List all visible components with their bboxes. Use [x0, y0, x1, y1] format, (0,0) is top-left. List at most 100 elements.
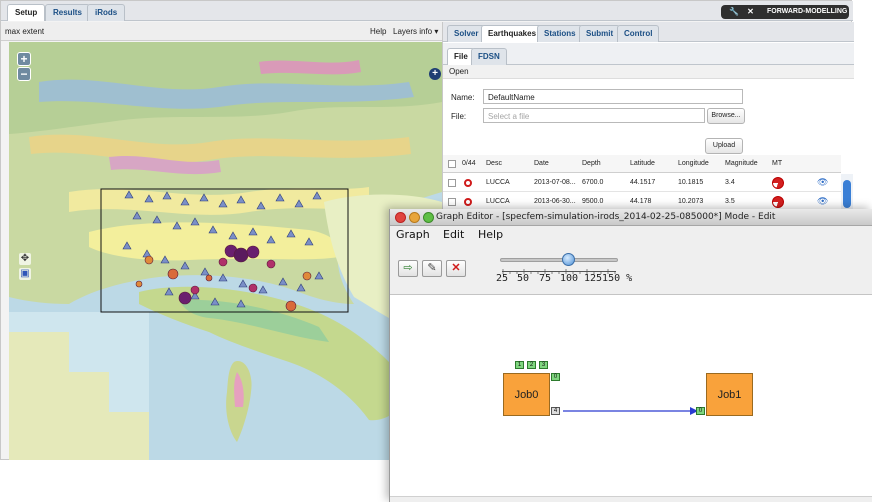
col-desc[interactable]: Desc: [486, 160, 502, 167]
menu-graph[interactable]: Graph: [396, 228, 430, 241]
edit-pencil-icon[interactable]: ✎: [422, 260, 442, 277]
job0-node[interactable]: Job0: [503, 373, 550, 416]
zoom-slider-thumb[interactable]: [562, 253, 575, 266]
job1-node[interactable]: Job1: [706, 373, 753, 416]
help-link[interactable]: Help: [370, 27, 386, 36]
cell-depth: 9500.0: [582, 198, 604, 205]
name-input[interactable]: DefaultName: [483, 89, 743, 104]
delete-icon[interactable]: ✕: [446, 260, 466, 277]
row-checkbox[interactable]: [448, 179, 456, 187]
cell-longitude: 10.1815: [678, 179, 704, 186]
upload-button[interactable]: Upload: [705, 138, 743, 154]
map-toolbar: max extent Help Layers info ▾: [1, 22, 442, 41]
file-label: File:: [451, 112, 467, 121]
row-checkbox[interactable]: [448, 198, 456, 206]
eye-icon[interactable]: 👁: [817, 177, 828, 188]
col-depth[interactable]: Depth: [582, 160, 601, 167]
pan-icon[interactable]: ✥: [19, 253, 31, 265]
open-bar: Open: [443, 65, 854, 79]
cell-date: 2013-06-30...: [534, 198, 576, 205]
col-longitude[interactable]: Longitude: [678, 160, 709, 167]
tab-solver[interactable]: Solver: [447, 25, 486, 42]
zoom-window-icon[interactable]: [423, 212, 434, 223]
col-date[interactable]: Date: [534, 160, 549, 167]
zoom-slider-track[interactable]: [500, 258, 618, 262]
tab-stations[interactable]: Stations: [537, 25, 583, 42]
tab-setup[interactable]: Setup: [7, 4, 46, 21]
job0-port-0[interactable]: 0: [551, 373, 560, 381]
cell-desc: LUCCA: [486, 198, 510, 205]
forward-modelling-badge: 🔧 ✕ FORWARD-MODELLING: [721, 5, 849, 19]
zoom-label-25: 25: [496, 273, 509, 284]
file-input[interactable]: Select a file: [483, 108, 705, 123]
close-window-icon[interactable]: [395, 212, 406, 223]
beachball-icon: [772, 196, 784, 208]
remove-icon[interactable]: [464, 179, 472, 187]
cell-latitude: 44.1517: [630, 179, 656, 186]
add-layer-icon[interactable]: +: [429, 68, 441, 80]
col-count: 0/44: [462, 160, 476, 167]
tab-results[interactable]: Results: [45, 4, 90, 21]
zoom-label-50: 50: [517, 273, 530, 284]
tab-control[interactable]: Control: [617, 25, 660, 42]
col-magnitude[interactable]: Magnitude: [725, 160, 758, 167]
export-icon[interactable]: ⇨: [398, 260, 418, 277]
beachball-icon: [772, 177, 784, 189]
map-canvas: [9, 42, 442, 460]
browse-button[interactable]: Browse...: [707, 108, 745, 124]
select-all-checkbox[interactable]: [448, 160, 456, 168]
zoom-label-75: 75: [539, 273, 552, 284]
edge-layer: [563, 407, 698, 415]
editor-toolbar: ⇨ ✎ ✕ 25 50 75 100 125150 %: [390, 243, 872, 295]
geological-map[interactable]: + − ✥ ▣: [9, 42, 442, 460]
job0-input-port-2[interactable]: 2: [527, 361, 536, 369]
tab-submit[interactable]: Submit: [579, 25, 621, 42]
zoom-in-button[interactable]: +: [17, 52, 31, 66]
table-row[interactable]: LUCCA 2013-07-08... 6700.0 44.1517 10.18…: [443, 174, 841, 192]
cell-date: 2013-07-08...: [534, 179, 576, 186]
wrench-close-icons[interactable]: 🔧 ✕: [729, 7, 757, 16]
menu-bar: Graph Edit Help: [390, 226, 872, 243]
job0-input-port-1[interactable]: 1: [515, 361, 524, 369]
menu-edit[interactable]: Edit: [443, 228, 464, 241]
tab-earthquakes[interactable]: Earthquakes: [481, 25, 544, 42]
col-mt[interactable]: MT: [772, 160, 782, 167]
zoom-label-125-150: 125150 %: [584, 273, 633, 284]
tab-fdsn[interactable]: FDSN: [471, 48, 507, 65]
cell-longitude: 10.2073: [678, 198, 704, 205]
name-label: Name:: [451, 93, 475, 102]
zoom-slider-ticks: [502, 267, 616, 274]
scrollbar-thumb[interactable]: [843, 180, 851, 208]
main-tab-bar: Solver Earthquakes Stations Submit Contr…: [443, 22, 854, 42]
graph-editor-window: Graph Editor - [specfem-simulation-irods…: [389, 209, 872, 502]
minimize-window-icon[interactable]: [409, 212, 420, 223]
zoom-label-100: 100: [560, 273, 579, 284]
job0-input-port-3[interactable]: 3: [539, 361, 548, 369]
window-title: Graph Editor - [specfem-simulation-irods…: [436, 212, 776, 222]
zoom-out-button[interactable]: −: [17, 67, 31, 81]
open-button[interactable]: Open: [449, 67, 469, 76]
top-tab-bar: Setup Results iRods 🔧 ✕ FORWARD-MODELLIN…: [1, 1, 853, 21]
badge-label: FORWARD-MODELLING: [767, 8, 848, 15]
remove-icon[interactable]: [464, 198, 472, 206]
job1-input-port-0[interactable]: 0: [696, 407, 705, 415]
max-extent-link[interactable]: max extent: [5, 27, 44, 36]
layers-info-dropdown[interactable]: Layers info ▾: [393, 27, 438, 36]
job0-output-port-4[interactable]: 4: [551, 407, 560, 415]
select-box-icon[interactable]: ▣: [19, 268, 31, 280]
cell-depth: 6700.0: [582, 179, 604, 186]
eye-icon[interactable]: 👁: [817, 196, 828, 207]
editor-status-strip: [390, 496, 872, 502]
cell-latitude: 44.178: [630, 198, 652, 205]
cell-desc: LUCCA: [486, 179, 510, 186]
tab-irods[interactable]: iRods: [87, 4, 126, 21]
col-latitude[interactable]: Latitude: [630, 160, 655, 167]
title-bar[interactable]: Graph Editor - [specfem-simulation-irods…: [390, 209, 872, 226]
cell-magnitude: 3.4: [725, 179, 735, 186]
graph-canvas[interactable]: 1 2 3 0 Job0 4 Job1 0: [390, 295, 872, 502]
cell-magnitude: 3.5: [725, 198, 735, 205]
sub-tab-bar: File FDSN: [443, 43, 854, 65]
table-scrollbar[interactable]: [841, 174, 853, 214]
menu-help[interactable]: Help: [478, 228, 503, 241]
table-header: 0/44 Desc Date Depth Latitude Longitude …: [443, 155, 841, 173]
